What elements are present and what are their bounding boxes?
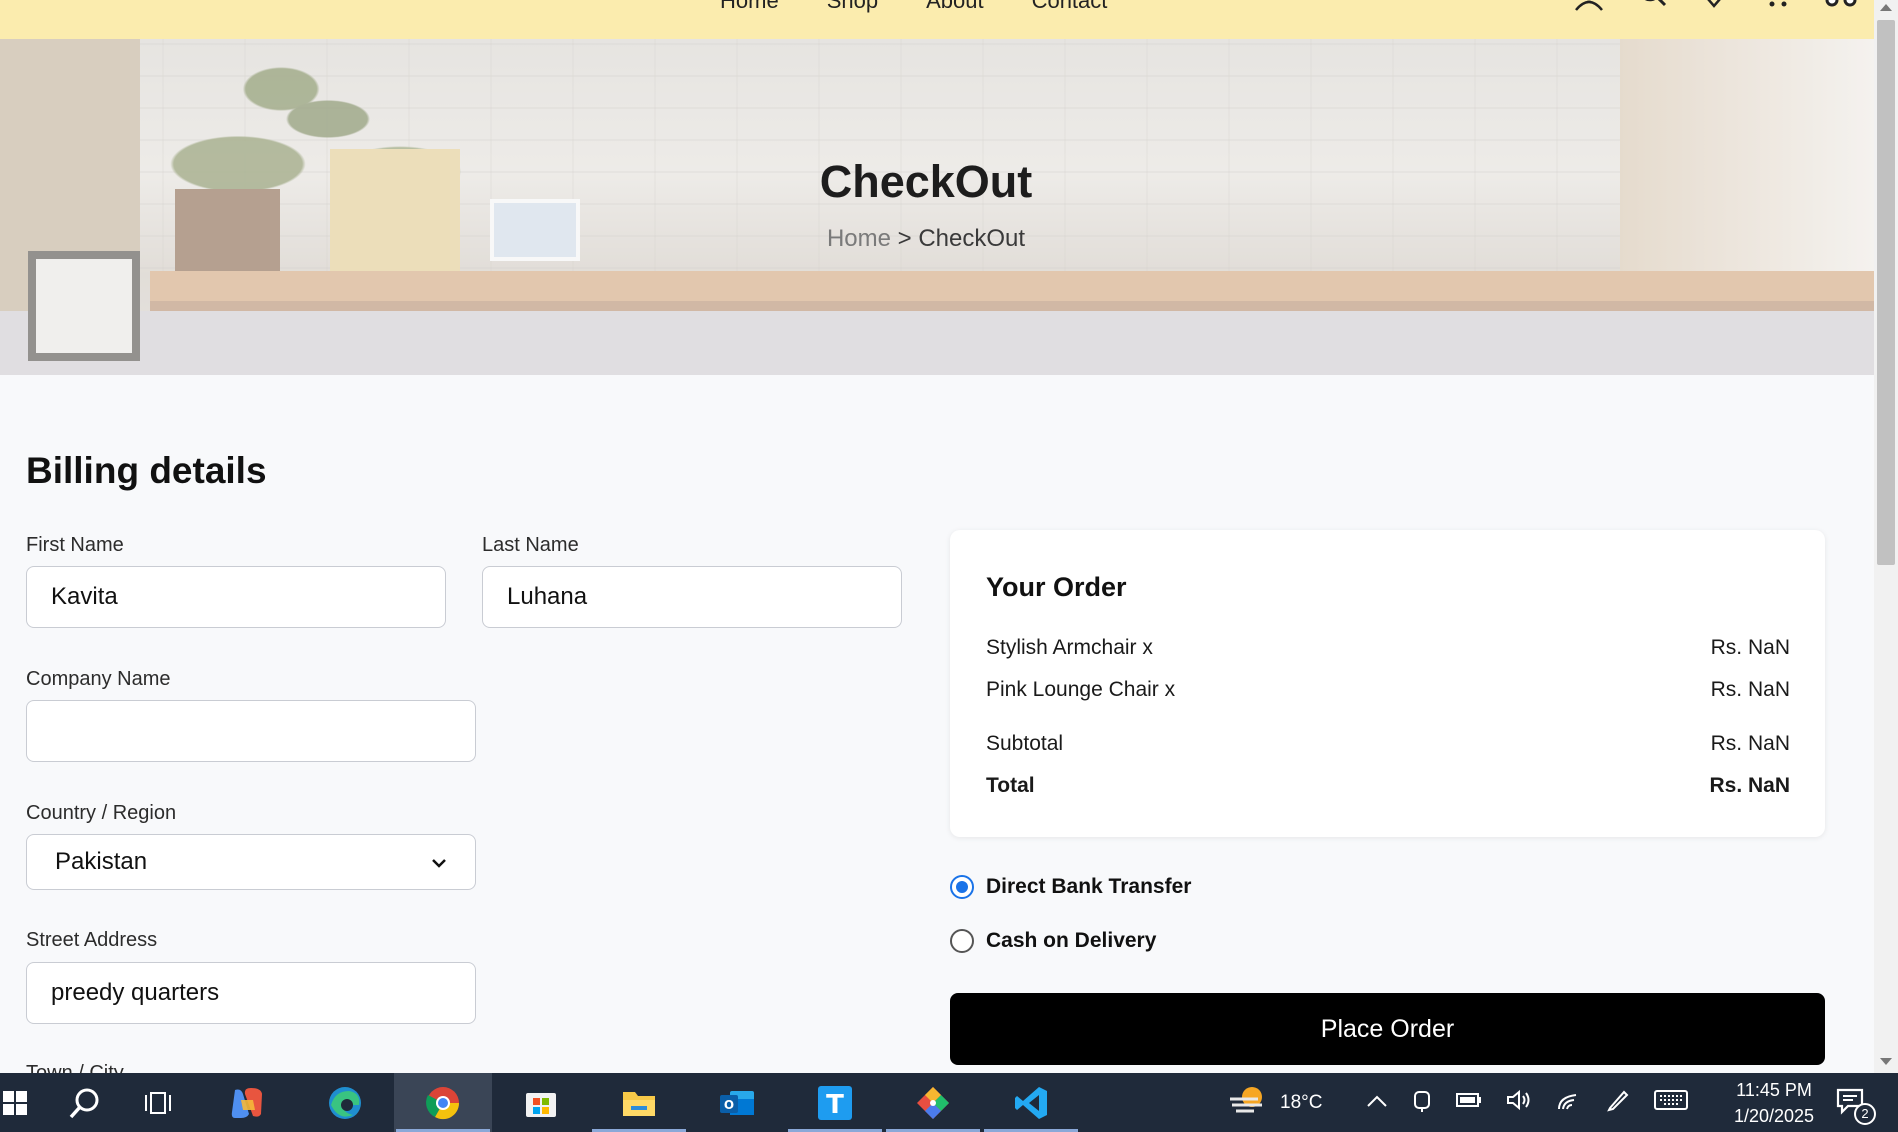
- weather-widget[interactable]: 18°C: [1228, 1073, 1322, 1132]
- breadcrumb: Home > CheckOut: [0, 225, 1852, 253]
- edge-browser-icon[interactable]: [296, 1073, 394, 1132]
- cash-on-delivery-radio[interactable]: [950, 929, 974, 953]
- clock-date: 1/20/2025: [1733, 1106, 1815, 1126]
- copilot-icon[interactable]: [198, 1073, 296, 1132]
- country-region-label: Country / Region: [26, 802, 177, 824]
- total-value: Rs. NaN: [1709, 774, 1790, 797]
- breadcrumb-current: CheckOut: [918, 225, 1026, 252]
- nav-links: Home Shop About Contact: [720, 0, 1107, 14]
- company-name-label: Company Name: [26, 668, 171, 690]
- order-item-row: Stylish Armchair x Rs. NaN: [986, 636, 1790, 660]
- order-summary-card: Your Order Stylish Armchair x Rs. NaN Pi…: [950, 530, 1825, 837]
- system-clock[interactable]: 11:45 PM 1/20/2025: [1720, 1077, 1828, 1129]
- heart-icon[interactable]: [1698, 0, 1730, 12]
- your-order-heading: Your Order: [986, 572, 1127, 602]
- svg-text:T: T: [826, 1090, 844, 1120]
- subtotal-label: Subtotal: [986, 732, 1064, 755]
- svg-text:O: O: [724, 1098, 734, 1112]
- page-scrollbar[interactable]: [1874, 0, 1898, 1073]
- first-name-label: First Name: [26, 534, 124, 556]
- nav-icons: [1572, 0, 1860, 12]
- weather-temperature: 18°C: [1280, 1091, 1323, 1113]
- order-item-name: Stylish Armchair x: [986, 636, 1153, 659]
- subtotal-value: Rs. NaN: [1710, 732, 1790, 755]
- order-item-row: Pink Lounge Chair x Rs. NaN: [986, 678, 1790, 702]
- text-app-icon[interactable]: T: [786, 1073, 884, 1132]
- nav-link-shop[interactable]: Shop: [827, 0, 878, 14]
- street-address-field[interactable]: [26, 962, 476, 1024]
- country-select[interactable]: Pakistan: [26, 834, 476, 890]
- chrome-browser-icon[interactable]: [394, 1073, 492, 1132]
- breadcrumb-separator: >: [897, 225, 912, 252]
- task-view-icon[interactable]: [118, 1073, 198, 1132]
- bank-transfer-label: Direct Bank Transfer: [986, 875, 1192, 898]
- bank-transfer-radio[interactable]: [950, 875, 974, 899]
- volume-icon[interactable]: [1506, 1089, 1532, 1117]
- breadcrumb-home-link[interactable]: Home: [827, 225, 891, 252]
- user-icon[interactable]: [1572, 0, 1606, 12]
- cash-on-delivery-label: Cash on Delivery: [986, 929, 1157, 952]
- order-item-price: Rs. NaN: [1710, 636, 1790, 659]
- search-icon[interactable]: [1636, 0, 1668, 12]
- pen-icon[interactable]: [1606, 1088, 1630, 1118]
- wifi-icon[interactable]: [1556, 1089, 1582, 1117]
- vs-code-icon[interactable]: [982, 1073, 1080, 1132]
- top-navbar: Home Shop About Contact: [0, 0, 1874, 39]
- country-select-value: Pakistan: [55, 848, 148, 875]
- billing-details-heading: Billing details: [26, 450, 267, 491]
- place-order-button[interactable]: Place Order: [950, 993, 1825, 1065]
- street-address-label: Street Address: [26, 929, 158, 951]
- microsoft-store-icon[interactable]: [492, 1073, 590, 1132]
- git-tool-icon[interactable]: [884, 1073, 982, 1132]
- cart-icon[interactable]: [1760, 0, 1792, 12]
- chevron-down-icon: [431, 848, 447, 876]
- meet-now-icon[interactable]: [1412, 1088, 1432, 1118]
- payment-option-bank-transfer[interactable]: Direct Bank Transfer: [950, 875, 1191, 899]
- battery-icon[interactable]: [1456, 1092, 1482, 1114]
- last-name-field[interactable]: [482, 566, 902, 628]
- total-label: Total: [986, 774, 1035, 797]
- subtotal-row: Subtotal Rs. NaN: [986, 732, 1790, 756]
- system-tray: [1366, 1073, 1688, 1132]
- truck-icon[interactable]: [1822, 0, 1860, 12]
- company-name-field[interactable]: [26, 700, 476, 762]
- search-icon[interactable]: [40, 1073, 130, 1132]
- scrollbar-thumb[interactable]: [1877, 20, 1895, 565]
- windows-start-icon[interactable]: [0, 1073, 30, 1132]
- page-title: CheckOut: [819, 156, 1033, 207]
- order-item-name: Pink Lounge Chair x: [986, 678, 1176, 701]
- windows-taskbar: O T 18°C 11:45 PM 1/20/2025 2: [0, 1073, 1898, 1132]
- first-name-field[interactable]: [26, 566, 446, 628]
- nav-link-about[interactable]: About: [926, 0, 984, 14]
- payment-option-cash-on-delivery[interactable]: Cash on Delivery: [950, 929, 1156, 953]
- chevron-up-icon[interactable]: [1366, 1092, 1388, 1114]
- weather-icon: [1228, 1083, 1268, 1123]
- nav-link-home[interactable]: Home: [720, 0, 779, 14]
- keyboard-icon[interactable]: [1654, 1089, 1688, 1116]
- hero-banner: CheckOut Home > CheckOut: [0, 39, 1874, 375]
- file-explorer-icon[interactable]: [590, 1073, 688, 1132]
- outlook-icon[interactable]: O: [688, 1073, 786, 1132]
- last-name-label: Last Name: [482, 534, 579, 556]
- nav-link-contact[interactable]: Contact: [1032, 0, 1108, 14]
- scroll-down-arrow-icon[interactable]: [1880, 1058, 1892, 1065]
- order-item-price: Rs. NaN: [1710, 678, 1790, 701]
- total-row: Total Rs. NaN: [986, 774, 1790, 798]
- clock-time: 11:45 PM: [1736, 1080, 1812, 1100]
- notification-count-badge: 2: [1854, 1103, 1876, 1125]
- scroll-up-arrow-icon[interactable]: [1880, 4, 1892, 11]
